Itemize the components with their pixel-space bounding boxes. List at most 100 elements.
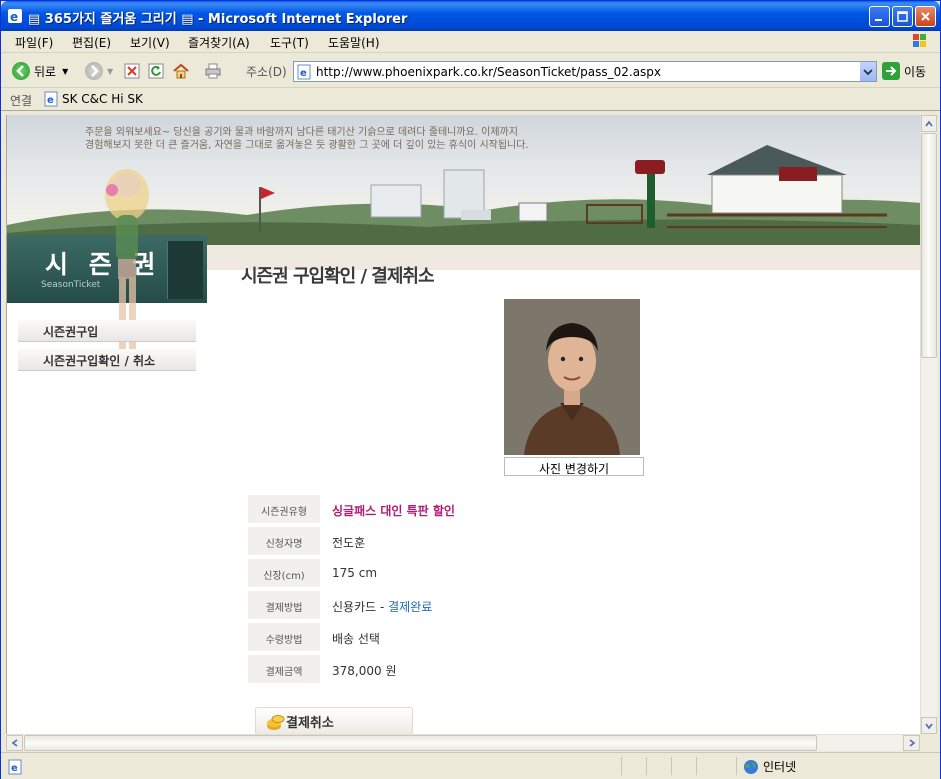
svg-text:e: e bbox=[11, 763, 18, 774]
refresh-icon bbox=[148, 63, 164, 79]
close-icon bbox=[921, 12, 930, 21]
row-label: 시즌권유형 bbox=[248, 495, 320, 523]
address-label: 주소(D) bbox=[246, 65, 287, 79]
svg-text:e: e bbox=[300, 68, 307, 79]
menu-edit[interactable]: 편집(E) bbox=[72, 34, 111, 51]
side-menu-item-confirm-cancel[interactable]: 시즌권구입확인 / 취소 bbox=[18, 349, 196, 371]
menu-favorites[interactable]: 즐겨찾기(A) bbox=[188, 34, 250, 51]
title-bar[interactable]: e ▤ 365가지 즐거움 그리기 ▤ - Microsoft Internet… bbox=[1, 1, 940, 31]
menu-view[interactable]: 보기(V) bbox=[130, 34, 170, 51]
row-value-payment-method: 신용카드 - 결제완료 bbox=[332, 598, 432, 615]
scroll-up-icon[interactable] bbox=[921, 115, 937, 132]
windows-flag-icon bbox=[904, 32, 934, 52]
maximize-icon bbox=[897, 11, 908, 22]
scroll-right-icon[interactable] bbox=[903, 735, 920, 751]
go-button[interactable]: 이동 bbox=[882, 62, 926, 80]
menu-tools[interactable]: 도구(T) bbox=[270, 34, 309, 51]
cancel-payment-label: 결제취소 bbox=[286, 715, 334, 731]
links-label: 연결 bbox=[10, 94, 33, 108]
status-separator bbox=[671, 757, 672, 775]
address-url[interactable]: http://www.phoenixpark.co.kr/SeasonTicke… bbox=[316, 65, 661, 79]
row-label: 결제금액 bbox=[248, 655, 320, 683]
table-row: 시즌권유형 싱글패스 대인 특판 할인 bbox=[248, 493, 648, 525]
menu-help[interactable]: 도움말(H) bbox=[328, 34, 380, 51]
row-value-delivery-method: 배송 선택 bbox=[332, 632, 380, 646]
print-button[interactable] bbox=[205, 61, 221, 81]
status-separator bbox=[696, 757, 697, 775]
svg-text:e: e bbox=[47, 95, 54, 106]
table-row: 결제금액 378,000 원 bbox=[248, 653, 648, 685]
page-icon: e bbox=[296, 64, 312, 80]
minimize-icon bbox=[875, 19, 882, 21]
link-sk-cc[interactable]: e SK C&C Hi SK bbox=[43, 91, 143, 107]
close-button[interactable] bbox=[915, 6, 936, 27]
scroll-down-icon[interactable] bbox=[921, 717, 937, 734]
page-icon: e bbox=[43, 91, 59, 107]
home-button[interactable] bbox=[173, 61, 189, 81]
page-viewport: 주문을 외워보세요~ 당신을 공기와 물과 바람까지 남다른 태기산 기슭으로 … bbox=[6, 115, 920, 734]
status-separator bbox=[736, 757, 737, 775]
table-row: 신청자명 전도훈 bbox=[248, 525, 648, 557]
horizontal-scrollbar[interactable] bbox=[6, 734, 920, 751]
forward-button[interactable]: ▼ bbox=[85, 61, 113, 81]
menu-file[interactable]: 파일(F) bbox=[15, 34, 53, 51]
menu-bar: 파일(F) 편집(E) 보기(V) 즐겨찾기(A) 도구(T) 도움말(H) bbox=[1, 31, 940, 53]
refresh-button[interactable] bbox=[148, 61, 164, 81]
status-bar: e 인터넷 bbox=[1, 752, 940, 779]
stop-icon bbox=[124, 63, 140, 79]
table-row: 신장(cm) 175 cm bbox=[248, 557, 648, 589]
section-decoration bbox=[167, 241, 203, 299]
back-button[interactable]: 뒤로 ▼ bbox=[12, 61, 68, 81]
go-arrow-icon bbox=[882, 62, 900, 80]
toolbar: 뒤로 ▼ ▼ 주소(D) e http://www.phoenixpark.co… bbox=[1, 54, 940, 88]
row-value-ticket-type: 싱글패스 대인 특판 할인 bbox=[332, 504, 455, 518]
banner-tagline: 주문을 외워보세요~ 당신을 공기와 물과 바람까지 남다른 태기산 기슭으로 … bbox=[85, 126, 529, 152]
address-bar[interactable]: e http://www.phoenixpark.co.kr/SeasonTic… bbox=[293, 61, 877, 82]
maximize-button[interactable] bbox=[892, 6, 913, 27]
tagline-line-2: 경험해보지 못한 더 큰 즐거움, 자연을 그대로 옮겨놓은 듯 광활한 그 곳… bbox=[85, 140, 529, 151]
svg-text:e: e bbox=[10, 10, 18, 24]
row-label: 신청자명 bbox=[248, 527, 320, 555]
tagline-line-1: 주문을 외워보세요~ 당신을 공기와 물과 바람까지 남다른 태기산 기슭으로 … bbox=[85, 127, 518, 138]
payment-method-text: 신용카드 - bbox=[332, 600, 389, 614]
vertical-scroll-thumb[interactable] bbox=[921, 133, 937, 358]
page-title: 시즌권 구입확인 / 결제취소 bbox=[241, 266, 435, 287]
status-separator bbox=[621, 757, 622, 775]
globe-icon bbox=[743, 759, 759, 775]
back-label: 뒤로 bbox=[34, 64, 57, 79]
back-dropdown-icon[interactable]: ▼ bbox=[62, 67, 68, 76]
link-label: SK C&C Hi SK bbox=[62, 92, 143, 106]
row-value-height: 175 cm bbox=[332, 566, 378, 580]
side-menu-item-purchase[interactable]: 시즌권구입 bbox=[18, 320, 196, 342]
forward-dropdown-icon[interactable]: ▼ bbox=[107, 67, 113, 76]
row-label: 수령방법 bbox=[248, 623, 320, 651]
table-row: 결제방법 신용카드 - 결제완료 bbox=[248, 589, 648, 621]
forward-arrow-icon bbox=[85, 62, 103, 80]
applicant-photo bbox=[504, 299, 640, 455]
row-label: 결제방법 bbox=[248, 591, 320, 619]
scroll-left-icon[interactable] bbox=[6, 735, 23, 751]
row-value-applicant-name: 전도훈 bbox=[332, 536, 366, 550]
payment-status: 결제완료 bbox=[388, 600, 433, 614]
security-zone[interactable]: 인터넷 bbox=[743, 758, 796, 775]
print-icon bbox=[205, 63, 221, 79]
home-icon bbox=[173, 63, 189, 79]
address-dropdown-icon[interactable] bbox=[859, 62, 876, 81]
horizontal-scroll-thumb[interactable] bbox=[24, 735, 817, 751]
cancel-payment-button[interactable]: 결제취소 bbox=[255, 707, 413, 734]
minimize-button[interactable] bbox=[869, 6, 890, 27]
zone-label: 인터넷 bbox=[763, 760, 797, 774]
stop-button[interactable] bbox=[124, 61, 140, 81]
coins-icon bbox=[266, 713, 286, 731]
links-bar: 연결 e SK C&C Hi SK bbox=[1, 89, 940, 111]
scrollbar-corner bbox=[920, 734, 937, 751]
back-arrow-icon bbox=[12, 62, 30, 80]
vertical-scrollbar[interactable] bbox=[920, 115, 937, 734]
page-status-icon: e bbox=[7, 759, 23, 775]
window-title: ▤ 365가지 즐거움 그리기 ▤ - Microsoft Internet E… bbox=[28, 12, 408, 27]
go-label: 이동 bbox=[904, 64, 927, 79]
row-label: 신장(cm) bbox=[248, 559, 320, 587]
ticket-info-table: 시즌권유형 싱글패스 대인 특판 할인 신청자명 전도훈 신장(cm) 175 … bbox=[248, 493, 648, 685]
change-photo-button[interactable]: 사진 변경하기 bbox=[504, 457, 644, 476]
ie-logo-icon: e bbox=[7, 8, 23, 24]
